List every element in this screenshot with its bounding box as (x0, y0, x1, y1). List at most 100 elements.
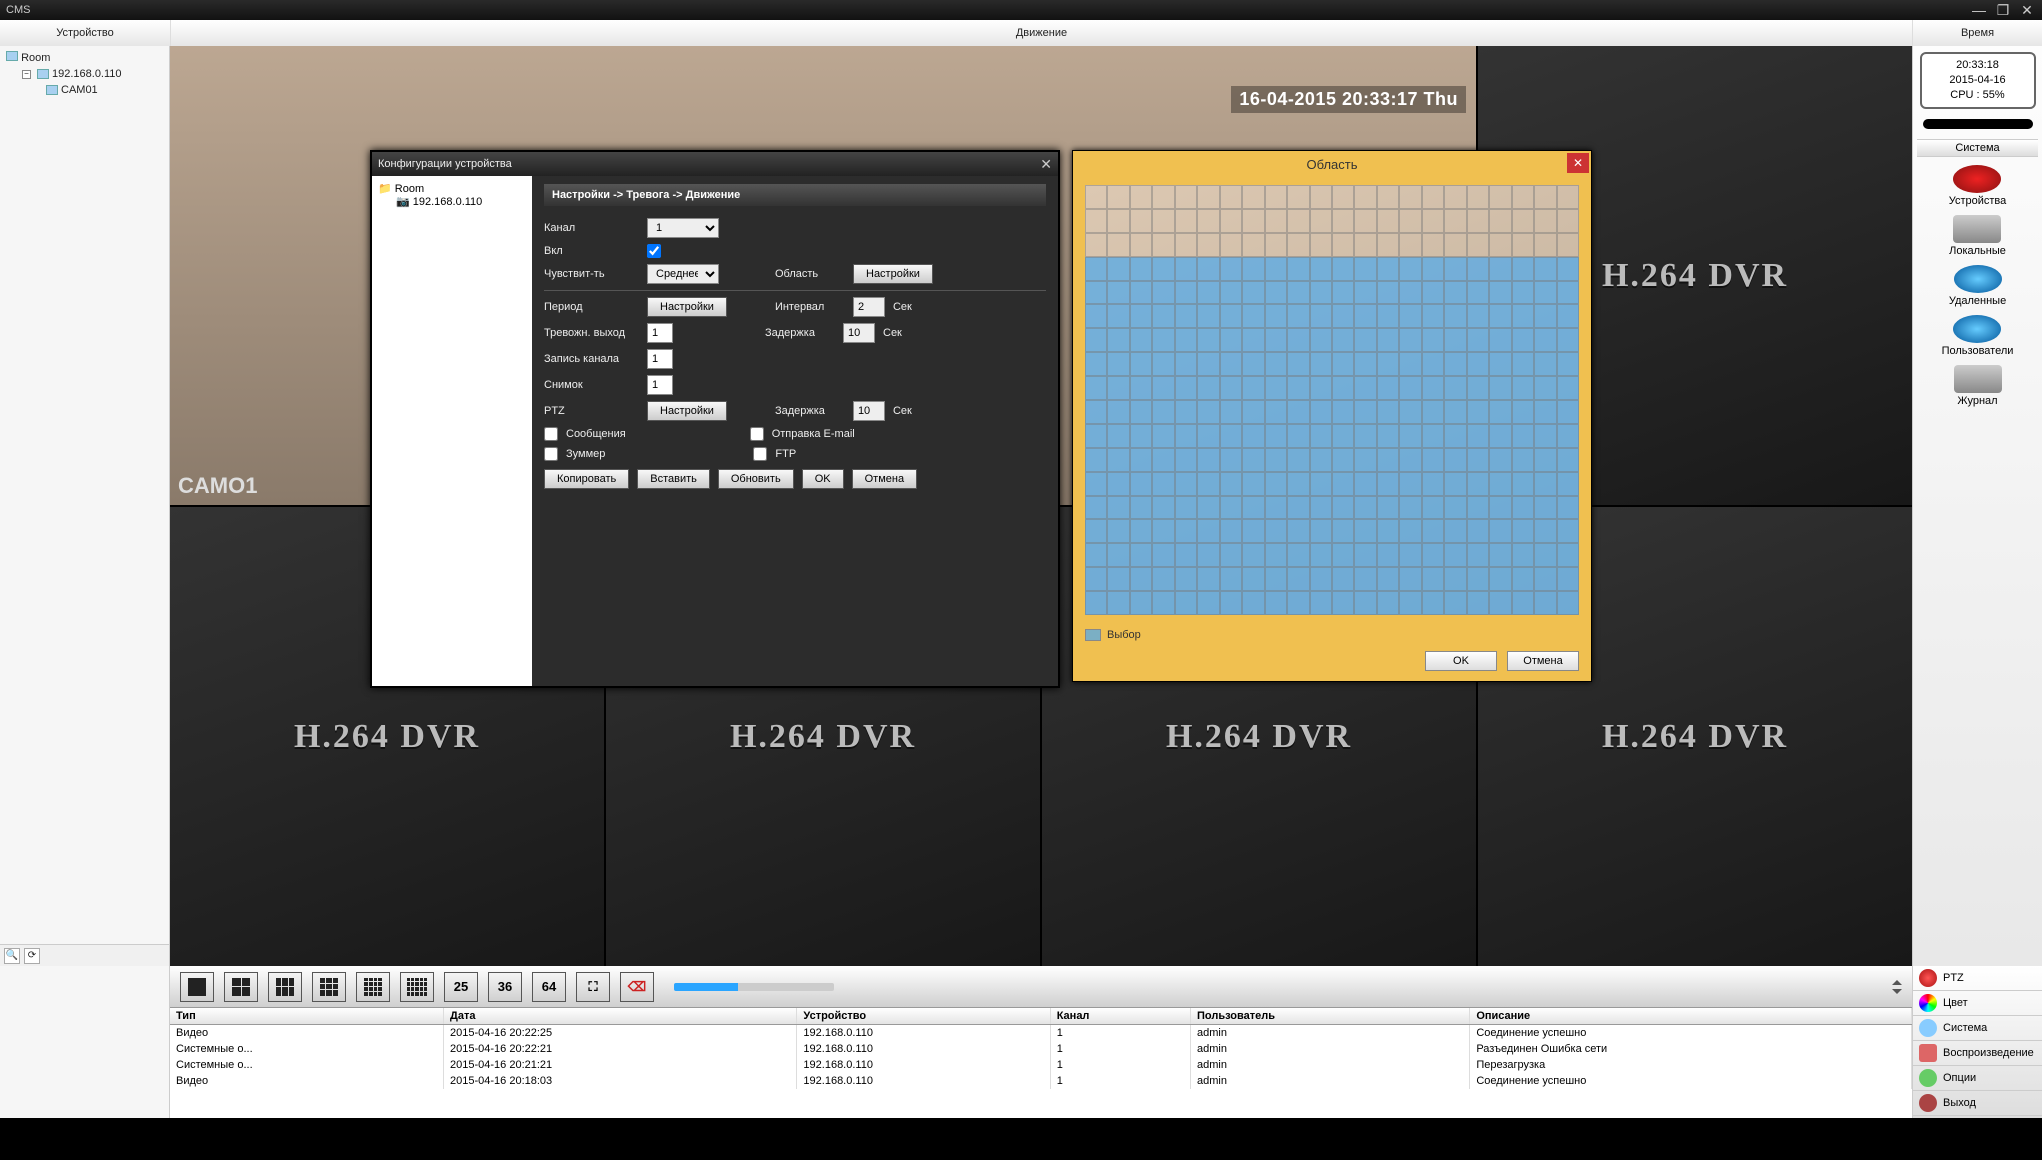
region-cell[interactable] (1107, 543, 1129, 567)
region-cell[interactable] (1399, 472, 1421, 496)
region-cell[interactable] (1512, 352, 1534, 376)
region-cell[interactable] (1399, 376, 1421, 400)
log-col[interactable]: Канал (1050, 1008, 1190, 1025)
region-cell[interactable] (1107, 352, 1129, 376)
region-cell[interactable] (1197, 376, 1219, 400)
region-cell[interactable] (1377, 424, 1399, 448)
region-cell[interactable] (1377, 448, 1399, 472)
layout-1[interactable] (180, 972, 214, 1002)
region-cell[interactable] (1557, 376, 1579, 400)
region-cell[interactable] (1130, 352, 1152, 376)
region-cell[interactable] (1332, 400, 1354, 424)
region-cell[interactable] (1534, 519, 1556, 543)
region-cell[interactable] (1489, 257, 1511, 281)
region-cell[interactable] (1242, 519, 1264, 543)
region-cell[interactable] (1287, 519, 1309, 543)
region-cell[interactable] (1197, 281, 1219, 305)
log-col[interactable]: Устройство (797, 1008, 1050, 1025)
region-cell[interactable] (1354, 209, 1376, 233)
messages-checkbox[interactable] (544, 427, 558, 441)
region-cell[interactable] (1354, 304, 1376, 328)
sys-item-local[interactable]: Локальные (1949, 213, 2006, 257)
region-cell[interactable] (1399, 400, 1421, 424)
region-cell[interactable] (1534, 376, 1556, 400)
region-cell[interactable] (1242, 328, 1264, 352)
region-cell[interactable] (1310, 400, 1332, 424)
region-cell[interactable] (1085, 281, 1107, 305)
region-cell[interactable] (1377, 376, 1399, 400)
region-cell[interactable] (1242, 472, 1264, 496)
region-cell[interactable] (1489, 519, 1511, 543)
region-cell[interactable] (1152, 496, 1174, 520)
region-cell[interactable] (1467, 400, 1489, 424)
layout-9[interactable] (312, 972, 346, 1002)
region-cell[interactable] (1152, 448, 1174, 472)
region-cell[interactable] (1354, 352, 1376, 376)
region-cell[interactable] (1287, 257, 1309, 281)
region-cell[interactable] (1152, 376, 1174, 400)
region-cell[interactable] (1332, 496, 1354, 520)
region-cell[interactable] (1354, 233, 1376, 257)
region-cell[interactable] (1332, 448, 1354, 472)
region-cell[interactable] (1152, 400, 1174, 424)
region-cell[interactable] (1332, 304, 1354, 328)
region-cell[interactable] (1107, 257, 1129, 281)
ract-playback[interactable]: Воспроизведение (1913, 1041, 2042, 1066)
region-cell[interactable] (1085, 233, 1107, 257)
region-cell[interactable] (1467, 448, 1489, 472)
region-cell[interactable] (1152, 281, 1174, 305)
layout-20[interactable] (400, 972, 434, 1002)
region-cell[interactable] (1107, 519, 1129, 543)
region-cell[interactable] (1175, 448, 1197, 472)
alarm-out-input[interactable] (647, 323, 673, 343)
log-col[interactable]: Описание (1470, 1008, 1912, 1025)
region-cell[interactable] (1287, 352, 1309, 376)
region-cell[interactable] (1444, 591, 1466, 615)
region-cell[interactable] (1467, 257, 1489, 281)
region-cell[interactable] (1489, 304, 1511, 328)
region-cell[interactable] (1152, 257, 1174, 281)
region-cell[interactable] (1310, 543, 1332, 567)
region-cell[interactable] (1175, 328, 1197, 352)
record-ch-input[interactable] (647, 349, 673, 369)
region-cell[interactable] (1197, 233, 1219, 257)
region-cell[interactable] (1220, 376, 1242, 400)
region-cell[interactable] (1085, 304, 1107, 328)
region-cell[interactable] (1175, 233, 1197, 257)
region-cell[interactable] (1197, 448, 1219, 472)
region-cell[interactable] (1287, 472, 1309, 496)
region-cell[interactable] (1557, 233, 1579, 257)
region-cell[interactable] (1310, 257, 1332, 281)
region-cell[interactable] (1197, 519, 1219, 543)
region-cell[interactable] (1422, 448, 1444, 472)
region-cell[interactable] (1265, 543, 1287, 567)
region-cell[interactable] (1489, 209, 1511, 233)
region-cell[interactable] (1422, 304, 1444, 328)
ptz-delay-input[interactable] (853, 401, 885, 421)
region-cell[interactable] (1310, 376, 1332, 400)
region-cell[interactable] (1444, 496, 1466, 520)
region-cell[interactable] (1175, 543, 1197, 567)
region-cell[interactable] (1220, 567, 1242, 591)
region-cell[interactable] (1512, 543, 1534, 567)
region-cell[interactable] (1534, 400, 1556, 424)
region-cell[interactable] (1467, 472, 1489, 496)
layout-36[interactable]: 36 (488, 972, 522, 1002)
region-cell[interactable] (1377, 352, 1399, 376)
region-cell[interactable] (1085, 424, 1107, 448)
region-cell[interactable] (1310, 233, 1332, 257)
region-cell[interactable] (1152, 591, 1174, 615)
region-cell[interactable] (1310, 519, 1332, 543)
region-cell[interactable] (1287, 567, 1309, 591)
region-cell[interactable] (1512, 567, 1534, 591)
fullscreen-button[interactable]: ⛶ (576, 972, 610, 1002)
region-cell[interactable] (1332, 185, 1354, 209)
region-cell[interactable] (1175, 424, 1197, 448)
region-cell[interactable] (1467, 209, 1489, 233)
region-cell[interactable] (1557, 591, 1579, 615)
region-cell[interactable] (1534, 543, 1556, 567)
region-cell[interactable] (1489, 352, 1511, 376)
region-cell[interactable] (1422, 352, 1444, 376)
region-cell[interactable] (1399, 233, 1421, 257)
region-cell[interactable] (1354, 257, 1376, 281)
